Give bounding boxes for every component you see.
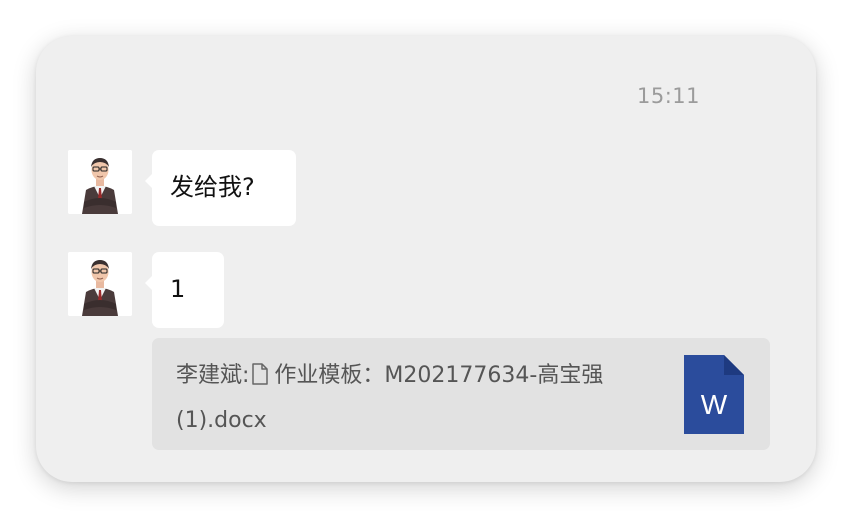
word-file-icon: W <box>684 355 744 434</box>
avatar[interactable] <box>68 150 132 214</box>
message-bubble[interactable]: 1 <box>145 252 224 328</box>
quote-sender: 李建斌: <box>176 363 250 388</box>
quote-filename-part1: 作业模板：M202177634-高宝强 <box>274 363 604 388</box>
message-timestamp: 15:11 <box>637 84 701 108</box>
message-text: 1 <box>170 275 186 303</box>
quote-filename-part2: (1).docx <box>176 408 267 433</box>
quote-text: 李建斌: 作业模板：M202177634-高宝强 (1).docx <box>176 355 666 442</box>
document-icon <box>251 358 269 400</box>
quote-line-1: 李建斌: 作业模板：M202177634-高宝强 <box>176 355 666 400</box>
message-text: 发给我? <box>170 173 255 201</box>
person-avatar-icon <box>68 150 132 214</box>
person-avatar-icon <box>68 252 132 316</box>
word-file-letter: W <box>701 389 728 420</box>
message-bubble[interactable]: 发给我? <box>145 150 296 226</box>
chat-window: 15:11 发给我? 1 李建斌: 作业模板：M202177634-高宝强 (1… <box>36 36 816 482</box>
avatar[interactable] <box>68 252 132 316</box>
quoted-file-reference[interactable]: 李建斌: 作业模板：M202177634-高宝强 (1).docx W <box>152 338 770 450</box>
